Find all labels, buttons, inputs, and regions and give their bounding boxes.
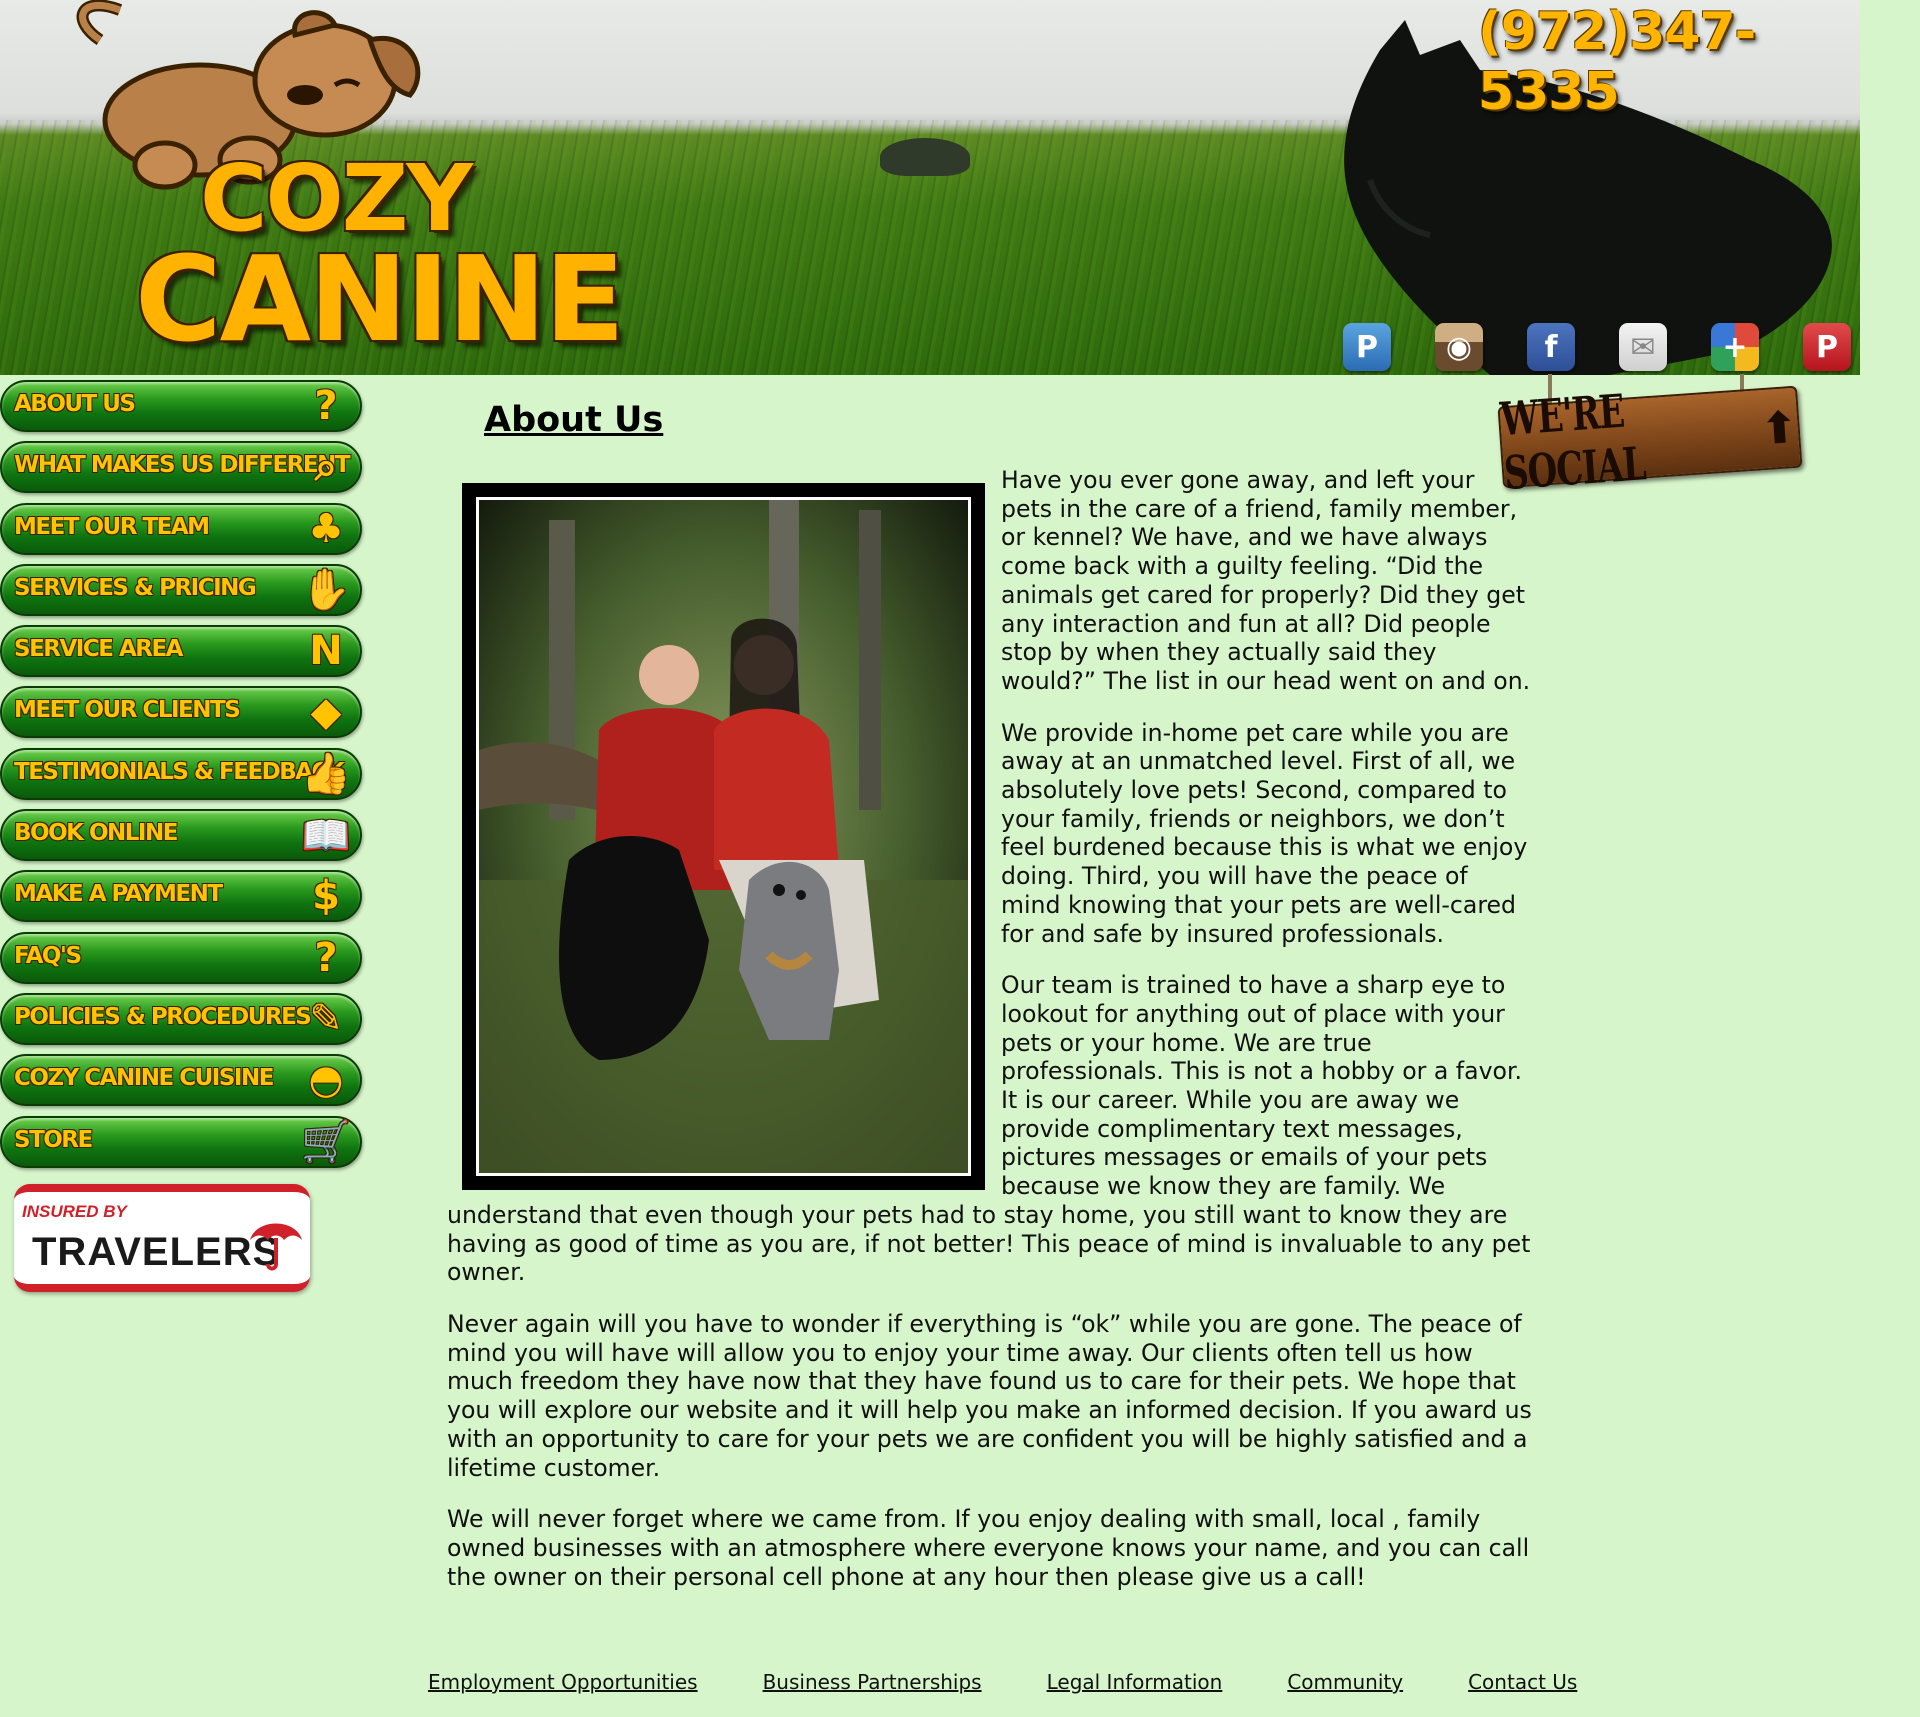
question-icon: ? <box>314 383 338 429</box>
cozy-canine-logo[interactable]: COZY CANINE <box>60 0 625 375</box>
food-bowl-icon: ◓ <box>308 1057 344 1104</box>
nav-item-label: Policies & Procedures <box>14 1003 312 1030</box>
nav-item-services-pricing[interactable]: Services & Pricing ✋ <box>0 563 362 616</box>
distant-tree <box>880 138 970 176</box>
nav-item-book-online[interactable]: Book Online 📖 <box>0 809 362 862</box>
umbrella-icon <box>250 1223 302 1271</box>
page-title: About Us <box>484 400 664 440</box>
sidebar-nav: About Us ? What Makes Us Different ⌕ Mee… <box>0 380 370 1177</box>
header-banner: COZY CANINE (972)347-5335 P ◉ f ✉ + P <box>0 0 1860 375</box>
about-article: Have you ever gone away, and left your p… <box>447 466 1532 1614</box>
travelers-logo-text: TRAVELERS <box>32 1230 281 1274</box>
family-photo-image <box>476 497 971 1176</box>
nav-item-label: Service Area <box>14 636 183 663</box>
email-icon[interactable]: ✉ <box>1619 323 1667 371</box>
nav-item-label: About Us <box>14 391 136 417</box>
arrow-up-icon: ⬆ <box>1759 401 1800 455</box>
footer-link-business-partnerships[interactable]: Business Partnerships <box>763 1670 982 1694</box>
nav-item-about-us[interactable]: About Us ? <box>0 380 362 432</box>
thinker-icon: ? <box>314 934 338 981</box>
nav-item-label: Testimonials & Feedback <box>14 758 345 785</box>
social-icons: P ◉ f ✉ + P <box>1343 323 1851 375</box>
insured-by-text: INSURED BY <box>22 1202 127 1221</box>
texas-map-icon: N <box>309 628 343 675</box>
were-social-sign: WE'RE SOCIAL ⬆ <box>1497 374 1805 501</box>
footer-link-community[interactable]: Community <box>1287 1670 1403 1694</box>
nav-item-make-a-payment[interactable]: Make a Payment $ <box>0 870 362 923</box>
nav-item-label: Meet Our Team <box>14 513 210 540</box>
nav-item-store[interactable]: Store 🛒 <box>0 1115 362 1168</box>
logo-text-canine: CANINE <box>135 230 625 368</box>
team-icon: ♣ <box>308 505 344 552</box>
paragraph-4: Never again will you have to wonder if e… <box>447 1309 1532 1482</box>
money-icon: $ <box>312 873 340 920</box>
book-icon: 📖 <box>301 812 351 859</box>
family-photo-scene <box>479 500 968 1173</box>
sign-text: WE'RE SOCIAL <box>1498 384 1648 502</box>
footer-link-legal-information[interactable]: Legal Information <box>1047 1670 1223 1694</box>
p-icon[interactable]: P <box>1343 323 1391 371</box>
sign-board: WE'RE SOCIAL ⬆ <box>1497 385 1803 501</box>
footer-links: Employment Opportunities Business Partne… <box>428 1670 1577 1694</box>
google-plus-icon[interactable]: + <box>1711 323 1759 371</box>
nav-item-policies-procedures[interactable]: Policies & Procedures ✎ <box>0 992 362 1045</box>
nav-item-label: Make a Payment <box>14 881 223 908</box>
family-photo <box>462 483 985 1190</box>
nav-item-faqs[interactable]: FAQ's ? <box>0 931 362 984</box>
cart-icon: 🛒 <box>301 1119 351 1166</box>
phone-number[interactable]: (972)347-5335 <box>1478 2 1860 122</box>
handshake-icon: ✋ <box>301 567 351 614</box>
facebook-icon[interactable]: f <box>1527 323 1575 371</box>
quill-icon: ✎ <box>309 995 343 1042</box>
nav-item-label: Meet Our Clients <box>14 697 241 724</box>
thumbs-up-icon: 👍 <box>301 751 351 798</box>
nav-item-testimonials-feedback[interactable]: Testimonials & Feedback 👍 <box>0 747 362 800</box>
nav-item-what-makes-us-different[interactable]: What Makes Us Different ⌕ <box>0 441 362 494</box>
instagram-icon[interactable]: ◉ <box>1435 323 1483 371</box>
nav-item-meet-our-clients[interactable]: Meet Our Clients ◆ <box>0 686 362 739</box>
travelers-insured-badge[interactable]: INSURED BY TRAVELERS <box>14 1184 310 1292</box>
nav-item-label: Store <box>14 1126 93 1153</box>
nav-item-service-area[interactable]: Service Area N <box>0 625 362 678</box>
dog-icon: ◆ <box>310 689 342 736</box>
magnifier-icon: ⌕ <box>314 444 338 491</box>
footer-link-employment[interactable]: Employment Opportunities <box>428 1670 698 1694</box>
nav-item-label: Services & Pricing <box>14 574 257 601</box>
nav-item-label: FAQ's <box>14 942 82 969</box>
nav-item-meet-our-team[interactable]: Meet Our Team ♣ <box>0 502 362 555</box>
nav-item-label: Cozy Canine Cuisine <box>14 1065 274 1092</box>
pinterest-icon[interactable]: P <box>1803 323 1851 371</box>
paragraph-5: We will never forget where we came from.… <box>447 1505 1530 1591</box>
nav-item-cozy-canine-cuisine[interactable]: Cozy Canine Cuisine ◓ <box>0 1054 362 1107</box>
footer-link-contact-us[interactable]: Contact Us <box>1468 1670 1577 1694</box>
nav-item-label: Book Online <box>14 820 178 847</box>
